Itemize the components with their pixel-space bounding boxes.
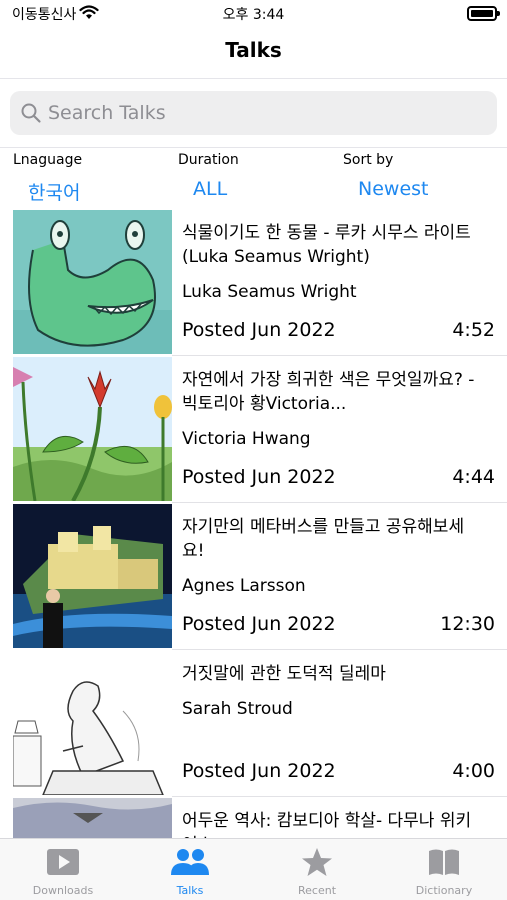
talk-title: 식물이기도 한 동물 - 루카 시무스 라이트(Luka Seamus Wrig… [182,223,471,267]
play-icon [47,849,79,875]
talk-thumbnail [13,210,172,354]
talk-speaker: Agnes Larsson [182,576,306,596]
talk-thumbnail [13,651,172,795]
page-title: Talks [225,38,282,62]
talk-thumbnail [13,357,172,501]
people-icon [171,849,209,875]
clock: 오후 3:44 [222,7,285,23]
tab-label: Dictionary [415,884,473,897]
duration-filter-button[interactable]: ALL [193,178,227,200]
battery-icon [467,6,500,21]
talk-row[interactable]: 어두운 역사: 캄보디아 학살- 다무나 위키어스 [0,797,507,839]
talk-posted-date: Posted Jun 2022 [182,319,336,341]
star-icon [302,848,332,876]
language-filter-label: Lnaguage [13,152,83,168]
tab-talks[interactable]: Talks [127,847,253,897]
tab-recent[interactable]: Recent [254,847,380,897]
tab-label: Downloads [32,884,94,897]
divider [0,147,507,148]
search-icon [21,103,41,123]
talk-posted-date: Posted Jun 2022 [182,613,336,635]
talk-row[interactable]: 자기만의 메타버스를 만들고 공유해보세요! Agnes Larsson Pos… [0,503,507,650]
divider [0,78,507,79]
talk-duration: 4:44 [452,466,495,488]
talk-thumbnail [13,798,172,839]
talk-posted-date: Posted Jun 2022 [182,466,336,488]
book-icon [429,849,459,875]
tab-dictionary[interactable]: Dictionary [381,847,507,897]
talk-thumbnail [13,504,172,648]
tab-bar: Downloads Talks Recent Dictionary [0,838,507,900]
talk-title: 거짓말에 관한 도덕적 딜레마 [182,664,386,684]
talk-list[interactable]: 식물이기도 한 동물 - 루카 시무스 라이트(Luka Seamus Wrig… [0,209,507,839]
talk-title: 어두운 역사: 캄보디아 학살- 다무나 위키어스 [182,811,472,839]
search-placeholder: Search Talks [48,102,166,124]
sort-filter-button[interactable]: Newest [358,178,428,200]
talk-posted-date: Posted Jun 2022 [182,760,336,782]
talk-speaker: Victoria Hwang [182,429,311,449]
tab-downloads[interactable]: Downloads [0,847,126,897]
talk-title: 자기만의 메타버스를 만들고 공유해보세요! [182,517,465,561]
language-filter-button[interactable]: 한국어 [28,178,80,205]
tab-label: Talks [176,884,204,897]
tab-label: Recent [297,884,337,897]
duration-filter-label: Duration [178,152,239,168]
talk-row[interactable]: 자연에서 가장 희귀한 색은 무엇일까요? - 빅토리아 황Victoria..… [0,356,507,503]
talk-row[interactable]: 거짓말에 관한 도덕적 딜레마 Sarah Stroud Posted Jun … [0,650,507,797]
talk-duration: 4:00 [452,760,495,782]
talk-title: 자연에서 가장 희귀한 색은 무엇일까요? - 빅토리아 황Victoria..… [182,370,475,414]
talk-duration: 4:52 [452,319,495,341]
sort-filter-label: Sort by [343,152,394,168]
talk-row[interactable]: 식물이기도 한 동물 - 루카 시무스 라이트(Luka Seamus Wrig… [0,209,507,356]
talk-duration: 12:30 [440,613,495,635]
search-input[interactable]: Search Talks [10,91,497,135]
talk-speaker: Sarah Stroud [182,699,293,719]
status-bar: 이동통신사 오후 3:44 [0,0,507,30]
talk-speaker: Luka Seamus Wright [182,282,357,302]
